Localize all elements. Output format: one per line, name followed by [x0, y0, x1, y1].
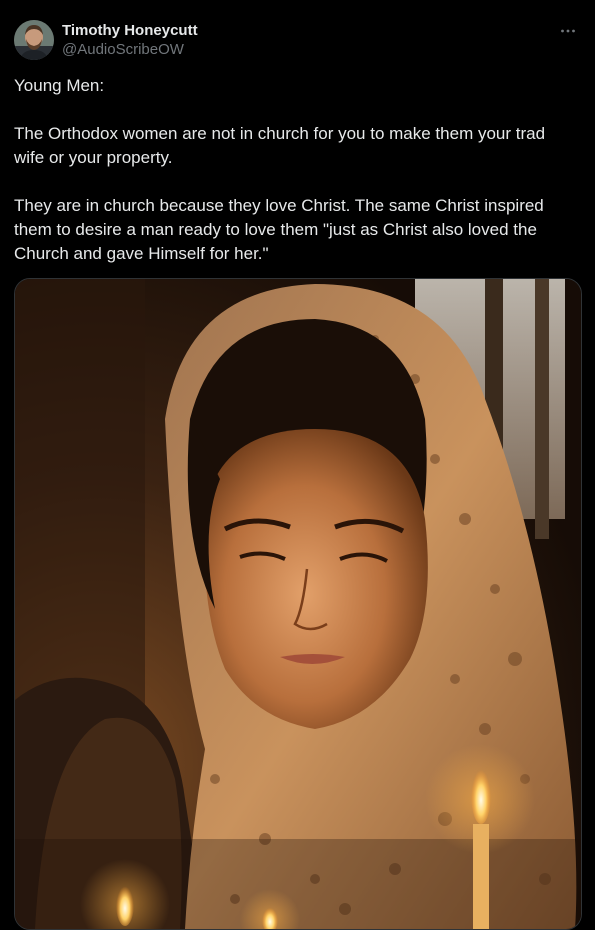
photo-image	[15, 279, 581, 929]
more-horizontal-icon	[561, 29, 575, 33]
avatar[interactable]	[14, 20, 54, 60]
author-display-name[interactable]: Timothy Honeycutt	[62, 21, 198, 40]
tweet-media-photo[interactable]	[14, 278, 582, 930]
tweet-paragraph: Young Men:	[14, 76, 105, 95]
more-options-button[interactable]	[555, 18, 581, 44]
tweet-paragraph: The Orthodox women are not in church for…	[14, 124, 546, 167]
tweet-text: Young Men: The Orthodox women are not in…	[14, 74, 574, 266]
author-handle[interactable]: @AudioScribeOW	[62, 40, 198, 59]
tweet-header: Timothy Honeycutt @AudioScribeOW	[14, 18, 581, 62]
tweet: Timothy Honeycutt @AudioScribeOW Young M…	[0, 0, 595, 930]
author-names: Timothy Honeycutt @AudioScribeOW	[62, 21, 198, 59]
avatar-photo-icon	[14, 20, 54, 60]
tweet-paragraph: They are in church because they love Chr…	[14, 196, 544, 263]
